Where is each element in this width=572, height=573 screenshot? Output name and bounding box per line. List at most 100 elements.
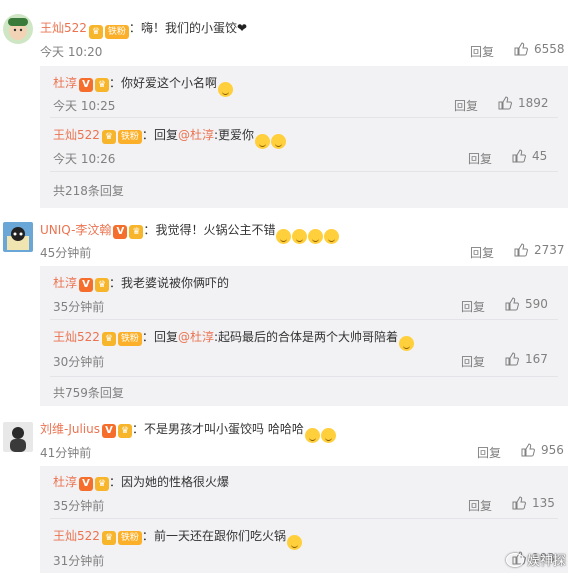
thumbs-up-icon: [505, 297, 519, 311]
like-count: 2737: [534, 243, 565, 257]
avatar[interactable]: [3, 14, 33, 44]
emoji-icon: :): [255, 134, 271, 149]
like-button[interactable]: 135: [512, 496, 555, 510]
reply-time: 31分钟前: [53, 554, 105, 568]
like-button[interactable]: 6558: [514, 42, 565, 56]
reply-text: :更爱你: [213, 128, 255, 142]
divider: [50, 518, 558, 519]
emoji-icon: :): [271, 134, 287, 149]
comment-text: 不是男孩才叫小蛋饺吗 哈哈哈: [144, 422, 304, 436]
comment-text: 我觉得！火锅公主不错: [155, 223, 276, 237]
reply-box: 杜淳V♛：你好爱这个小名啊:) 今天 10:25 回复 1892 王灿522♛铁…: [40, 66, 568, 208]
fan-badge: 铁粉: [104, 25, 129, 39]
verified-icon: V: [102, 424, 117, 438]
reply-time: 30分钟前: [53, 355, 105, 369]
emoji-icon: :): [276, 229, 292, 244]
reply-button[interactable]: 回复: [461, 353, 485, 370]
laugh-emoji-icon: :): [320, 428, 336, 443]
reply-text: 我老婆说被你俩吓的: [121, 276, 230, 290]
username[interactable]: 杜淳: [53, 475, 77, 489]
member-icon: ♛: [101, 130, 116, 144]
verified-icon: V: [79, 278, 94, 292]
like-count: 6558: [534, 42, 565, 56]
thumbs-up-icon: [521, 443, 535, 457]
reply-button[interactable]: 回复: [454, 97, 478, 114]
emoji-icon: :): [324, 229, 340, 244]
like-button[interactable]: 590: [505, 297, 548, 311]
divider: [50, 171, 558, 172]
laugh-emoji-icon: :): [286, 535, 302, 550]
laugh-emoji-icon: :): [399, 336, 415, 351]
reply-text: 你好爱这个小名啊: [121, 76, 218, 90]
member-icon: ♛: [95, 78, 110, 92]
username[interactable]: 王灿522: [40, 21, 87, 35]
like-count: 590: [525, 297, 548, 311]
reply-time: 今天 10:25: [53, 99, 116, 113]
like-count: 45: [532, 149, 548, 163]
member-icon: ♛: [88, 25, 103, 39]
username[interactable]: 杜淳: [53, 276, 77, 290]
username[interactable]: 王灿522: [53, 128, 100, 142]
comment-time: 45分钟前: [40, 246, 92, 260]
comment-main: 刘维-JuliusV♛：不是男孩才叫小蛋饺吗 哈哈哈:):): [40, 421, 336, 443]
verified-icon: V: [113, 225, 128, 239]
thumbs-up-icon: [498, 96, 512, 110]
like-button[interactable]: 167: [505, 352, 548, 366]
thumbs-up-icon: [505, 352, 519, 366]
divider: [50, 117, 558, 118]
emoji-icon: :): [308, 229, 324, 244]
thumbs-up-icon: [514, 42, 528, 56]
comment-time: 今天 10:20: [40, 45, 103, 59]
username[interactable]: UNIQ-李汶翰: [40, 223, 111, 237]
reply-button[interactable]: 回复: [468, 497, 492, 514]
smile-emoji-icon: :): [218, 82, 234, 97]
comment-main: UNIQ-李汶翰V♛：我觉得！火锅公主不错:):):):): [40, 222, 340, 244]
like-button[interactable]: 1892: [498, 96, 549, 110]
member-icon: ♛: [95, 278, 110, 292]
mention-link[interactable]: @杜淳: [178, 330, 214, 344]
wechat-icon: [505, 553, 524, 567]
reply-button[interactable]: 回复: [477, 444, 501, 461]
like-button[interactable]: 956: [521, 443, 564, 457]
like-count: 1892: [518, 96, 549, 110]
more-replies-link[interactable]: 共759条回复: [53, 384, 124, 401]
divider: [50, 376, 558, 377]
reply-button[interactable]: 回复: [470, 244, 494, 261]
reply-time: 35分钟前: [53, 300, 105, 314]
member-icon: ♛: [95, 477, 110, 491]
like-count: 167: [525, 352, 548, 366]
member-icon: ♛: [101, 531, 116, 545]
like-button[interactable]: 45: [512, 149, 547, 163]
comment-text: 嗨！我们的小蛋饺: [140, 21, 237, 35]
fan-badge: 铁粉: [117, 332, 142, 346]
avatar[interactable]: [3, 222, 33, 252]
heart-icon: ❤: [236, 21, 248, 35]
reply-button[interactable]: 回复: [470, 43, 494, 60]
verified-icon: V: [79, 477, 94, 491]
member-icon: ♛: [118, 424, 133, 438]
comment-time: 41分钟前: [40, 446, 92, 460]
username[interactable]: 王灿522: [53, 529, 100, 543]
reply-text: 因为她的性格很火爆: [121, 475, 230, 489]
reply-text: :起码最后的合体是两个大帅哥陪着: [213, 330, 399, 344]
like-count: 956: [541, 443, 564, 457]
mention-link[interactable]: @杜淳: [178, 128, 214, 142]
avatar[interactable]: [3, 422, 33, 452]
username[interactable]: 杜淳: [53, 76, 77, 90]
reply-button[interactable]: 回复: [468, 150, 492, 167]
reply-time: 35分钟前: [53, 499, 105, 513]
like-count: 135: [532, 496, 555, 510]
like-button[interactable]: 2737: [514, 243, 565, 257]
reply-prefix: 回复: [153, 128, 178, 142]
watermark-text: 娱神探: [526, 554, 566, 569]
username[interactable]: 刘维-Julius: [40, 422, 100, 436]
thumbs-up-icon: [512, 496, 526, 510]
username[interactable]: 王灿522: [53, 330, 100, 344]
member-icon: ♛: [101, 332, 116, 346]
reply-time: 今天 10:26: [53, 152, 116, 166]
more-replies-link[interactable]: 共218条回复: [53, 182, 124, 199]
laugh-emoji-icon: :): [304, 428, 320, 443]
reply-button[interactable]: 回复: [461, 298, 485, 315]
reply-text: 前一天还在跟你们吃火锅: [153, 529, 286, 543]
divider: [50, 319, 558, 320]
